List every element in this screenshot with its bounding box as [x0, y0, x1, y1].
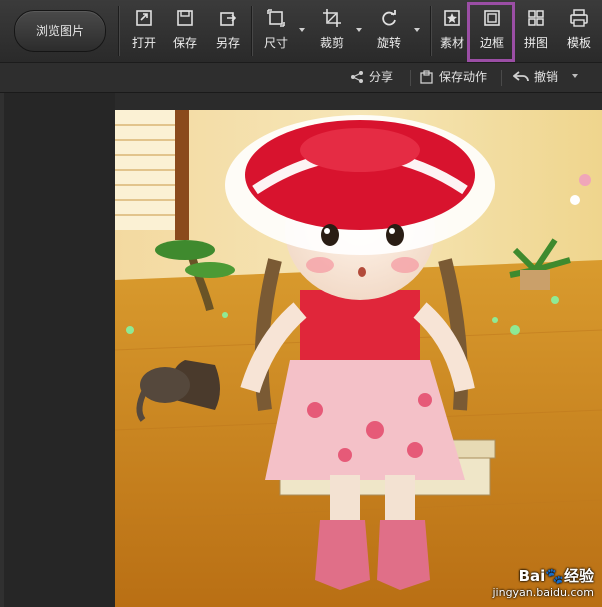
collage-icon	[528, 10, 544, 26]
watermark-paw: 🐾	[545, 567, 564, 585]
action-bar: 分享 保存动作 撤销	[0, 63, 602, 93]
undo-dropdown[interactable]	[572, 74, 578, 78]
chevron-down-icon	[572, 74, 578, 78]
save-action-icon	[420, 69, 433, 84]
share-button[interactable]: 分享	[350, 68, 393, 85]
share-label: 分享	[369, 70, 394, 84]
doll-photo	[115, 110, 602, 607]
toolbar-divider	[118, 6, 120, 56]
watermark-jingyan: 经验	[563, 567, 594, 585]
template-label: 模板	[566, 36, 591, 50]
save-label: 保存	[172, 36, 197, 50]
save-as-button[interactable]: 另存	[214, 8, 242, 54]
chevron-down-icon	[356, 28, 362, 32]
resize-dropdown[interactable]	[298, 8, 306, 54]
open-button[interactable]: 打开	[130, 8, 158, 54]
collage-button[interactable]: 拼图	[522, 8, 550, 54]
frame-highlight-box	[467, 2, 515, 62]
toolbar-divider	[430, 6, 432, 56]
crop-dropdown[interactable]	[355, 8, 363, 54]
undo-button[interactable]: 撤销	[513, 68, 558, 85]
resize-button[interactable]: 尺寸	[262, 8, 290, 54]
undo-icon	[513, 70, 529, 81]
chevron-down-icon	[299, 28, 305, 32]
watermark-url: jingyan.baidu.com	[492, 586, 594, 599]
collage-label: 拼图	[523, 36, 548, 50]
rotate-icon	[382, 10, 396, 26]
action-divider	[501, 70, 502, 86]
open-icon	[136, 10, 152, 26]
rotate-button[interactable]: 旋转	[375, 8, 403, 54]
resize-icon	[267, 9, 285, 27]
crop-icon	[323, 9, 341, 27]
workspace-edge	[0, 93, 4, 607]
save-button[interactable]: 保存	[171, 8, 199, 54]
rotate-dropdown[interactable]	[413, 8, 421, 54]
action-divider	[410, 70, 411, 86]
material-button[interactable]: 素材	[438, 8, 466, 54]
main-toolbar: 浏览图片 打开 保存 另存 尺寸 裁剪 旋转 素材 边框 拼图 模板	[0, 0, 602, 63]
image-canvas[interactable]: Bai🐾经验 jingyan.baidu.com	[115, 110, 602, 607]
open-label: 打开	[131, 36, 156, 50]
chevron-down-icon	[414, 28, 420, 32]
save-icon	[177, 10, 193, 26]
template-icon	[570, 9, 588, 27]
material-icon	[444, 10, 460, 26]
toolbar-divider	[251, 6, 253, 56]
crop-button[interactable]: 裁剪	[318, 8, 346, 54]
template-button[interactable]: 模板	[565, 8, 593, 54]
rotate-label: 旋转	[376, 36, 401, 50]
share-icon	[351, 70, 363, 83]
watermark-brand: Bai🐾经验	[492, 565, 594, 586]
material-label: 素材	[439, 36, 464, 50]
watermark-bai: Bai	[518, 567, 546, 585]
resize-label: 尺寸	[263, 36, 288, 50]
browse-images-button[interactable]: 浏览图片	[14, 10, 106, 52]
save-as-label: 另存	[215, 36, 240, 50]
watermark: Bai🐾经验 jingyan.baidu.com	[492, 565, 594, 599]
save-as-icon	[220, 12, 237, 26]
undo-label: 撤销	[534, 70, 559, 84]
workspace-left-gutter	[0, 93, 115, 607]
crop-label: 裁剪	[319, 36, 344, 50]
save-action-label: 保存动作	[439, 70, 488, 84]
save-action-button[interactable]: 保存动作	[420, 68, 487, 85]
